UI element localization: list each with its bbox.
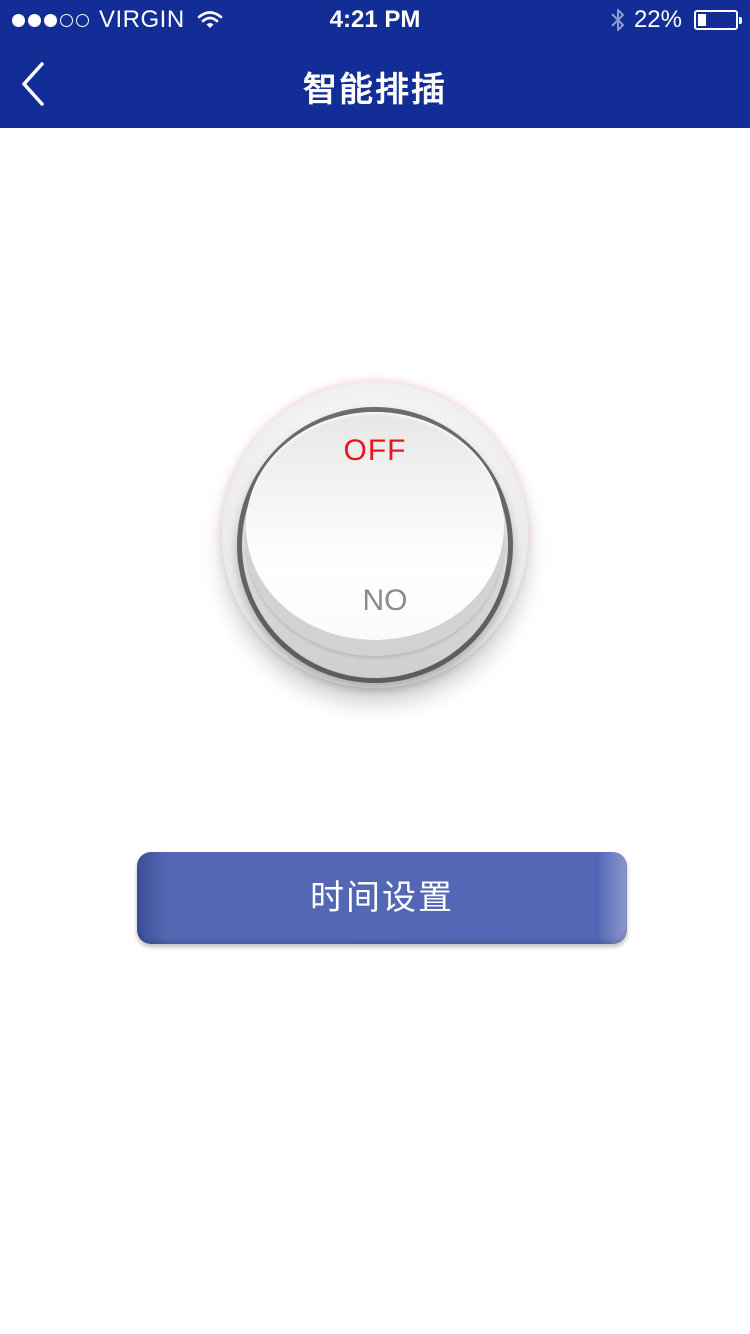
switch-on-label: NO [362, 584, 408, 617]
power-switch[interactable]: OFF NO [222, 382, 528, 702]
timer-settings-button[interactable]: 时间设置 [137, 852, 627, 944]
bluetooth-icon [611, 9, 624, 31]
status-right: 22% [610, 6, 742, 34]
status-bar: VIRGIN 4:21 PM 22% [0, 0, 750, 40]
switch-off-label: OFF [343, 434, 407, 467]
battery-icon [694, 10, 742, 30]
top-bar: VIRGIN 4:21 PM 22% 智能排插 [0, 0, 750, 128]
battery-percent: 22% [633, 6, 682, 33]
battery-fill [698, 14, 706, 26]
navigation-bar: 智能排插 [0, 40, 750, 128]
page-title: 智能排插 [303, 71, 447, 109]
